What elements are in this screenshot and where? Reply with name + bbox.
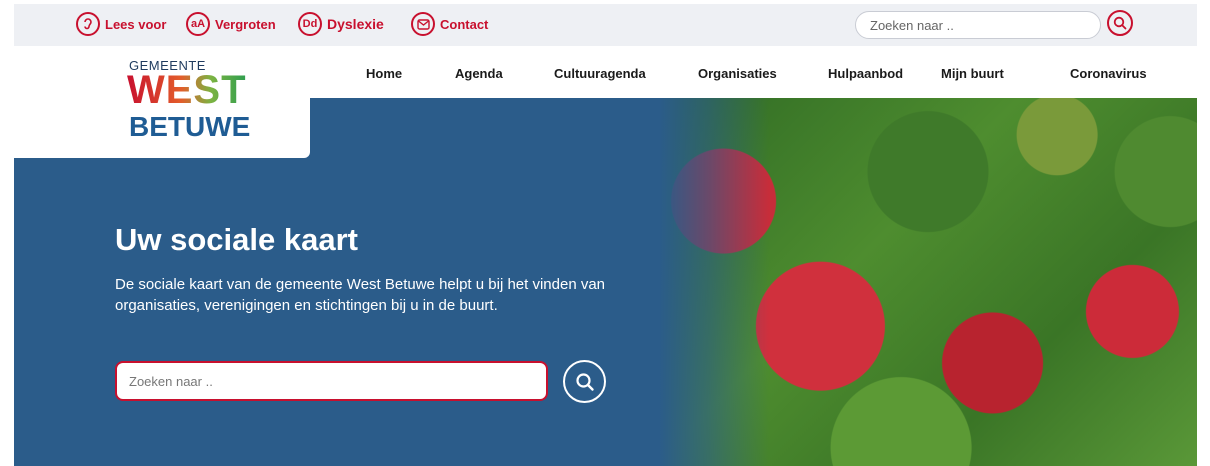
top-search-input[interactable] xyxy=(855,11,1101,39)
envelope-icon xyxy=(411,12,435,36)
nav-coronavirus[interactable]: Coronavirus xyxy=(1070,66,1147,81)
nav-home[interactable]: Home xyxy=(366,66,402,81)
hero-description: De sociale kaart van de gemeente West Be… xyxy=(115,276,606,314)
nav-mijn-buurt[interactable]: Mijn buurt xyxy=(941,66,1004,81)
page-title: Uw sociale kaart xyxy=(115,222,358,257)
hero-search-button[interactable] xyxy=(563,360,606,403)
read-aloud-button[interactable]: Lees voor xyxy=(76,12,166,36)
nav-cultuuragenda[interactable]: Cultuuragenda xyxy=(554,66,646,81)
top-search-button[interactable] xyxy=(1107,10,1133,36)
search-icon xyxy=(1113,16,1127,30)
read-aloud-label: Lees voor xyxy=(105,16,167,32)
enlarge-button[interactable]: aA Vergroten xyxy=(186,12,276,36)
utility-bar: Lees voor aA Vergroten Dd Dyslexie Conta… xyxy=(14,4,1197,46)
contact-button[interactable]: Contact xyxy=(411,12,488,36)
text-size-icon: aA xyxy=(186,12,210,36)
logo-west: WEST xyxy=(127,68,247,112)
hero-search-input[interactable] xyxy=(115,361,548,401)
search-icon xyxy=(575,372,594,391)
photo-fade xyxy=(659,98,769,466)
site-logo[interactable]: GEMEENTE WEST BETUWE xyxy=(14,46,310,158)
enlarge-label: Vergroten xyxy=(215,16,276,32)
dyslexia-icon: Dd xyxy=(298,12,322,36)
dyslexia-label: Dyslexie xyxy=(327,16,384,32)
ear-icon xyxy=(76,12,100,36)
nav-agenda[interactable]: Agenda xyxy=(455,66,503,81)
logo-betuwe: BETUWE xyxy=(129,111,251,142)
dyslexia-button[interactable]: Dd Dyslexie xyxy=(298,12,384,36)
nav-organisaties[interactable]: Organisaties xyxy=(698,66,777,81)
contact-label: Contact xyxy=(440,16,489,32)
nav-hulpaanbod[interactable]: Hulpaanbod xyxy=(828,66,903,81)
